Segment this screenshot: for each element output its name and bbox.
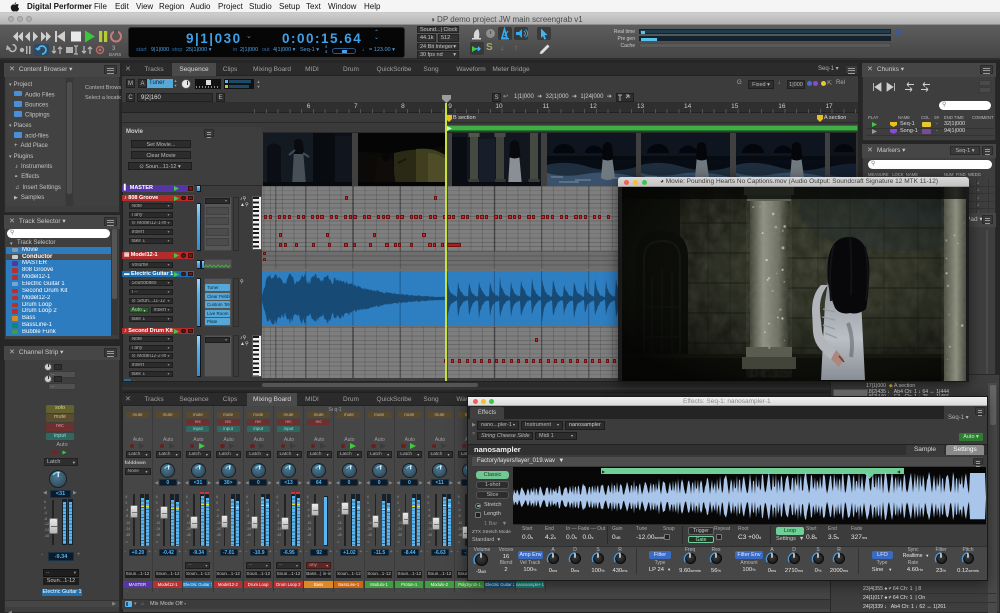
svg-text:BARS: BARS xyxy=(109,52,121,57)
